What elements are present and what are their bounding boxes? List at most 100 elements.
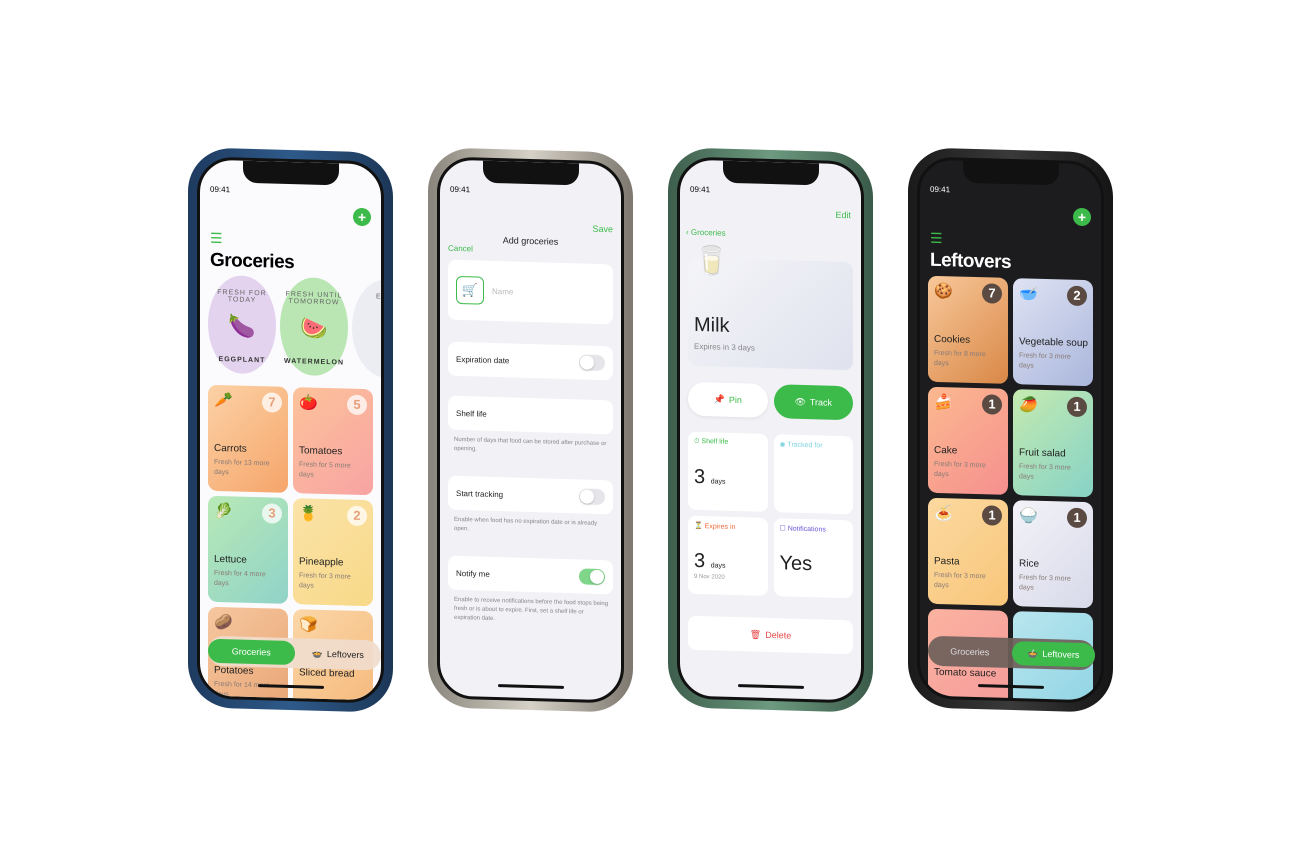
food-card[interactable]: 🍝 1 Pasta Fresh for 3 more days (928, 497, 1008, 606)
expiration-toggle[interactable] (579, 354, 605, 372)
screen-groceries: 09:41 + ☰ Groceries FRESH FOR TODAY 🍆 EGGP… (197, 156, 384, 704)
featured-name (352, 367, 384, 369)
food-card[interactable]: 🍅 5 Tomatoes Fresh for 5 more days (293, 387, 373, 496)
notifications-value: Yes (779, 552, 813, 576)
food-icon (934, 615, 1002, 617)
expires-date: 9 Nov 2020 (694, 573, 725, 581)
page-title: Groceries (210, 249, 295, 274)
eye-icon: 👁 (794, 396, 806, 407)
food-name: Tomatoes (299, 445, 343, 458)
delete-label: Delete (765, 629, 792, 641)
shelf-life-label: ⏱ Shelf life (694, 437, 729, 446)
featured-carousel[interactable]: FRESH FOR TODAY 🍆 EGGPLANT FRESH UNTIL TOMO… (208, 274, 384, 379)
food-name: Tomato sauce (934, 666, 997, 680)
featured-item[interactable]: FRESH FOR TODAY 🍆 EGGPLANT (208, 274, 276, 375)
notch (482, 160, 579, 186)
filter-icon[interactable]: ☰ (930, 230, 943, 247)
food-name: Cookies (934, 333, 971, 346)
freshness-text: Fresh for 13 more days (214, 458, 270, 477)
food-card[interactable]: 🍍 2 Pineapple Fresh for 3 more days (293, 498, 373, 607)
phone-item-detail: 09:41 Edit ‹ Groceries 🥛 Milk Expires in… (668, 147, 873, 713)
status-time: 09:41 (690, 184, 711, 195)
status-bar: 09:41 (450, 185, 611, 198)
freshness-text: Fresh for 3 more days (934, 571, 986, 590)
action-buttons: 📌 Pin 👁 Track (688, 381, 853, 421)
add-button[interactable]: + (353, 207, 371, 227)
food-name: Cake (934, 444, 958, 457)
back-button[interactable]: ‹ Groceries (686, 228, 726, 238)
status-bar: 09:41 (930, 185, 1091, 198)
featured-item[interactable]: EXPI (352, 278, 384, 379)
notify-toggle[interactable] (579, 568, 605, 586)
cancel-button[interactable]: Cancel (448, 244, 473, 254)
notify-note: Enable to receive notifications before t… (454, 596, 609, 623)
tab-bar: Groceries 🍲 Leftovers (928, 635, 1095, 671)
featured-label: EXPI (376, 293, 384, 301)
name-input[interactable]: Name (492, 286, 513, 296)
nav-bar: Cancel Add groceries Save (440, 209, 621, 254)
tracking-row: Start tracking (448, 475, 613, 515)
shelf-life-row[interactable]: Shelf life (448, 395, 613, 435)
filter-icon[interactable]: ☰ (210, 230, 223, 247)
tab-label: Groceries (950, 646, 990, 658)
freshness-text: Fresh for 8 more days (934, 349, 986, 368)
shelf-life-card: ⏱ Shelf life 3 days (688, 431, 768, 512)
pin-icon: 📌 (713, 393, 725, 405)
count-badge: 1 (982, 505, 1002, 526)
featured-name: EGGPLANT (218, 355, 266, 365)
expires-in-card: ⏳ Expires in 3 days 9 Nov 2020 (688, 515, 768, 596)
tab-leftovers[interactable]: 🍲 Leftovers (295, 641, 382, 667)
notify-label: Notify me (456, 568, 490, 579)
food-card[interactable]: 🥕 7 Carrots Fresh for 13 more days (208, 384, 288, 493)
screen-item-detail: 09:41 Edit ‹ Groceries 🥛 Milk Expires in… (677, 156, 864, 704)
save-button[interactable]: Save (592, 224, 613, 235)
track-button[interactable]: 👁 Track (773, 384, 853, 421)
count-badge: 1 (1067, 396, 1087, 418)
tab-groceries[interactable]: Groceries (928, 639, 1012, 665)
tab-groceries[interactable]: Groceries (208, 638, 295, 666)
food-card[interactable]: 🍪 7 Cookies Fresh for 8 more days (928, 275, 1008, 384)
freshness-text: Fresh for 3 more days (1019, 463, 1071, 481)
notch (242, 160, 339, 186)
tab-label: Leftovers (1042, 648, 1080, 660)
featured-item[interactable]: FRESH UNTIL TOMORROW 🍉 WATERMELON (280, 276, 348, 377)
screen-add-groceries: 09:41 Cancel Add groceries Save 🛒 Name E… (437, 156, 624, 704)
expires-in-label: ⏳ Expires in (694, 522, 736, 532)
trash-icon: 🗑 (749, 628, 762, 640)
food-name: Pineapple (299, 556, 344, 569)
food-card[interactable]: 🥣 2 Vegetable soup Fresh for 3 more days (1013, 278, 1093, 387)
shelf-life-note: Number of days that food can be stored a… (454, 436, 607, 453)
item-name: Milk (694, 313, 730, 337)
delete-button[interactable]: 🗑 Delete (688, 615, 853, 655)
pin-button[interactable]: 📌 Pin (688, 381, 768, 418)
tab-label: Leftovers (326, 649, 364, 661)
notifications-card: ☐ Notifications Yes (773, 518, 853, 599)
expiration-row: Expiration date (448, 341, 613, 381)
add-button[interactable]: + (1073, 207, 1091, 227)
shelf-life-label: Shelf life (456, 408, 487, 419)
track-label: Track (809, 397, 833, 408)
tab-leftovers[interactable]: 🍲 Leftovers (1011, 641, 1095, 668)
food-card[interactable]: 🥭 1 Fruit salad Fresh for 3 more days (1013, 389, 1093, 498)
food-name: Carrots (214, 442, 247, 455)
edit-button[interactable]: Edit (835, 210, 851, 220)
food-card[interactable]: 🥬 3 Lettuce Fresh for 4 more days (208, 495, 288, 604)
food-name: Rice (1019, 558, 1040, 570)
featured-label: FRESH FOR TODAY (217, 288, 267, 305)
status-time: 09:41 (450, 184, 471, 195)
status-bar: 09:41 (210, 185, 371, 198)
freshness-text: Fresh for 3 more days (1019, 352, 1071, 370)
expires-in-value: 3 days (694, 549, 726, 573)
tracked-for-label: ◉ Tracked for (779, 441, 823, 450)
home-indicator (737, 684, 804, 689)
food-icon: 🍆 (228, 313, 256, 340)
food-card[interactable]: 🍰 1 Cake Fresh for 3 more days (928, 386, 1008, 495)
food-card[interactable]: 🍚 1 Rice Fresh for 3 more days (1013, 500, 1093, 609)
pin-label: Pin (728, 394, 742, 406)
cart-icon[interactable]: 🛒 (456, 275, 484, 305)
count-badge: 2 (1067, 285, 1087, 307)
featured-name: WATERMELON (283, 357, 345, 367)
tracking-toggle[interactable] (579, 488, 605, 506)
food-name: Pasta (934, 555, 960, 568)
name-row: 🛒 Name (448, 259, 613, 325)
